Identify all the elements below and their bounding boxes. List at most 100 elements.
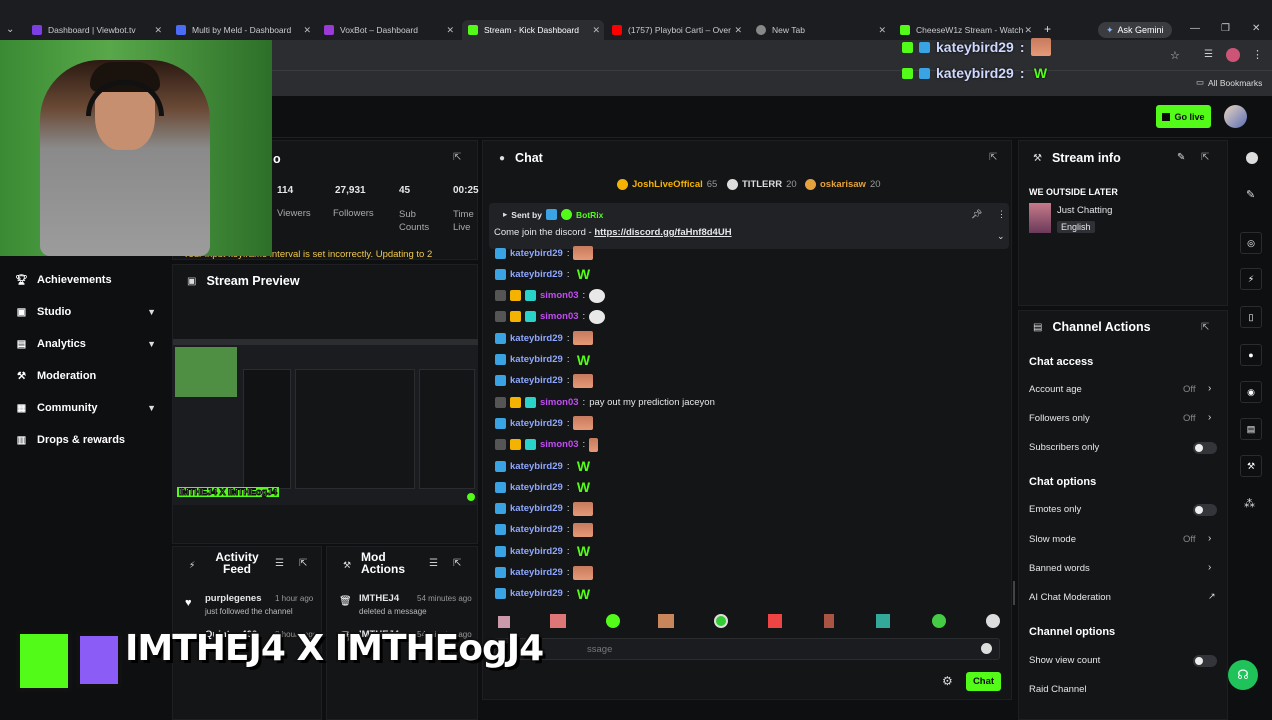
popout-icon[interactable]: ⇱ (1201, 322, 1209, 333)
sidebar-item-drops[interactable]: ▥ Drops & rewards (16, 430, 156, 450)
sidebar-item-analytics[interactable]: ▤ Analytics ▼ (16, 334, 156, 354)
external-link-icon[interactable]: ↗ (1208, 591, 1216, 602)
chat-username[interactable]: kateybird29 (510, 269, 563, 280)
rail-chat-button[interactable]: ● (1240, 344, 1262, 366)
browser-tab[interactable]: CheeseW1z Stream - Watch ✕ (894, 20, 1036, 40)
rail-document-button[interactable]: ▯ (1240, 306, 1262, 328)
mod-action-user[interactable]: IMTHEJ4 (359, 593, 399, 604)
send-chat-button[interactable]: Chat (966, 672, 1001, 691)
chat-message[interactable]: simon03: (495, 288, 606, 304)
chat-username[interactable]: kateybird29 (510, 461, 563, 472)
chat-message[interactable]: kateybird29: (495, 565, 594, 581)
account-age-label[interactable]: Account age (1029, 384, 1082, 395)
menu-icon[interactable]: ⋮ (1252, 48, 1263, 61)
browser-tab[interactable]: Multi by Meld - Dashboard ✕ (170, 20, 315, 40)
sidebar-item-moderation[interactable]: ⚒ Moderation (16, 366, 156, 386)
banned-words-label[interactable]: Banned words (1029, 563, 1090, 574)
top-gifter[interactable]: JoshLiveOffical 65 (617, 179, 717, 190)
chat-username[interactable]: kateybird29 (510, 418, 563, 429)
browser-tab[interactable]: New Tab ✕ (750, 20, 890, 40)
chat-input[interactable]: ssage (494, 638, 1000, 660)
chat-message[interactable]: kateybird29: W (495, 458, 593, 474)
close-icon[interactable]: ✕ (154, 25, 162, 36)
chat-message[interactable]: kateybird29: (495, 245, 594, 261)
rail-layers-button[interactable]: ▤ (1240, 418, 1262, 440)
chat-message[interactable]: kateybird29: (495, 330, 594, 346)
chat-username[interactable]: kateybird29 (510, 375, 563, 386)
profile-icon[interactable] (1226, 48, 1240, 62)
popout-icon[interactable]: ⇱ (989, 152, 997, 163)
browser-tab[interactable]: (1757) Playboi Carti – Over ✕ (606, 20, 746, 40)
filter-icon[interactable]: ☰ (275, 558, 284, 569)
activity-user[interactable]: purplegenes (205, 593, 262, 604)
close-window-icon[interactable]: ✕ (1252, 23, 1260, 34)
chat-message[interactable]: simon03: pay out my prediction jaceyon (495, 394, 715, 410)
extensions-icon[interactable]: ☰ (1204, 49, 1213, 60)
close-icon[interactable]: ✕ (734, 25, 742, 36)
emoji-icon[interactable] (981, 643, 992, 654)
emote-icon[interactable] (932, 614, 946, 628)
star-icon[interactable]: ☆ (1170, 49, 1180, 62)
raid-channel-label[interactable]: Raid Channel (1029, 684, 1087, 695)
filter-icon[interactable]: ☰ (429, 558, 438, 569)
close-icon[interactable]: ✕ (303, 25, 311, 36)
restore-icon[interactable]: ❐ (1221, 23, 1230, 34)
chat-scrollbar[interactable] (1013, 581, 1015, 605)
top-gifter[interactable]: oskarisaw 20 (805, 179, 881, 190)
go-live-button[interactable]: Go live (1156, 105, 1211, 128)
slow-mode-label[interactable]: Slow mode (1029, 534, 1076, 545)
emote-icon[interactable] (986, 614, 1000, 628)
emotes-only-toggle[interactable] (1193, 504, 1217, 516)
all-bookmarks[interactable]: ▭ All Bookmarks (1196, 77, 1262, 88)
tab-search-icon[interactable]: ⌄ (6, 24, 14, 35)
pencil-icon[interactable]: ✎ (1246, 188, 1255, 201)
close-icon[interactable]: ✕ (1024, 25, 1032, 36)
pin-icon[interactable]: 📌︎ (971, 209, 982, 220)
pinned-message[interactable]: ▸ Sent by BotRix 📌︎ ⋮ Come join the disc… (489, 203, 1009, 249)
chat-message[interactable]: kateybird29: (495, 373, 594, 389)
chat-message[interactable]: kateybird29: W (495, 352, 593, 368)
popout-icon[interactable]: ⇱ (299, 558, 307, 569)
browser-tab[interactable]: Dashboard | Viewbot.tv ✕ (26, 20, 166, 40)
browser-tab-active[interactable]: Stream - Kick Dashboard ✕ (462, 20, 604, 40)
popout-icon[interactable]: ⇱ (453, 152, 461, 163)
browser-tab[interactable]: VoxBot – Dashboard ✕ (318, 20, 458, 40)
stream-preview-video[interactable]: IMTHEJ4 X IMTHEogJ4 (173, 339, 478, 505)
ai-moderation-label[interactable]: AI Chat Moderation (1029, 592, 1111, 603)
rail-broadcast-button[interactable]: ◉ (1240, 381, 1262, 403)
help-chat-button[interactable]: ☊ (1228, 660, 1258, 690)
popout-icon[interactable]: ⇱ (453, 558, 461, 569)
chat-username[interactable]: simon03 (540, 290, 579, 301)
emote-icon[interactable] (498, 616, 510, 628)
emote-icon[interactable] (714, 614, 728, 628)
rail-bolt-button[interactable]: ⚡︎ (1240, 268, 1262, 290)
followers-only-label[interactable]: Followers only (1029, 413, 1090, 424)
edit-icon[interactable]: ✎ (1177, 152, 1185, 163)
chat-message[interactable]: simon03: (495, 437, 599, 453)
emote-icon[interactable] (550, 614, 566, 628)
emote-icon[interactable] (606, 614, 620, 628)
chat-username[interactable]: simon03 (540, 439, 579, 450)
share-icon[interactable]: ⁂ (1244, 497, 1255, 510)
new-tab-button[interactable]: + (1044, 22, 1051, 36)
sidebar-item-community[interactable]: ▦ Community ▼ (16, 398, 156, 418)
sidebar-item-studio[interactable]: ▣ Studio ▼ (16, 302, 156, 322)
chevron-right-icon[interactable]: › (1208, 383, 1211, 394)
chat-message[interactable]: kateybird29: W (495, 543, 593, 559)
chat-username[interactable]: kateybird29 (510, 354, 563, 365)
subscribers-only-toggle[interactable] (1193, 442, 1217, 454)
minimize-icon[interactable]: — (1190, 23, 1200, 34)
chat-message[interactable]: kateybird29: (495, 415, 594, 431)
emote-icon[interactable] (768, 614, 782, 628)
chat-message[interactable]: kateybird29: W (495, 479, 593, 495)
chevron-right-icon[interactable]: › (1208, 533, 1211, 544)
emote-icon[interactable] (876, 614, 890, 628)
chat-message[interactable]: simon03: (495, 309, 606, 325)
close-icon[interactable]: ✕ (878, 25, 886, 36)
chat-message[interactable]: kateybird29: (495, 522, 594, 538)
chat-username[interactable]: kateybird29 (510, 546, 563, 557)
rail-wrench-button[interactable]: ⚒ (1240, 455, 1262, 477)
chat-message[interactable]: kateybird29: (495, 501, 594, 517)
top-gifter[interactable]: TITLERR 20 (727, 179, 797, 190)
emote-icon[interactable] (658, 614, 674, 628)
